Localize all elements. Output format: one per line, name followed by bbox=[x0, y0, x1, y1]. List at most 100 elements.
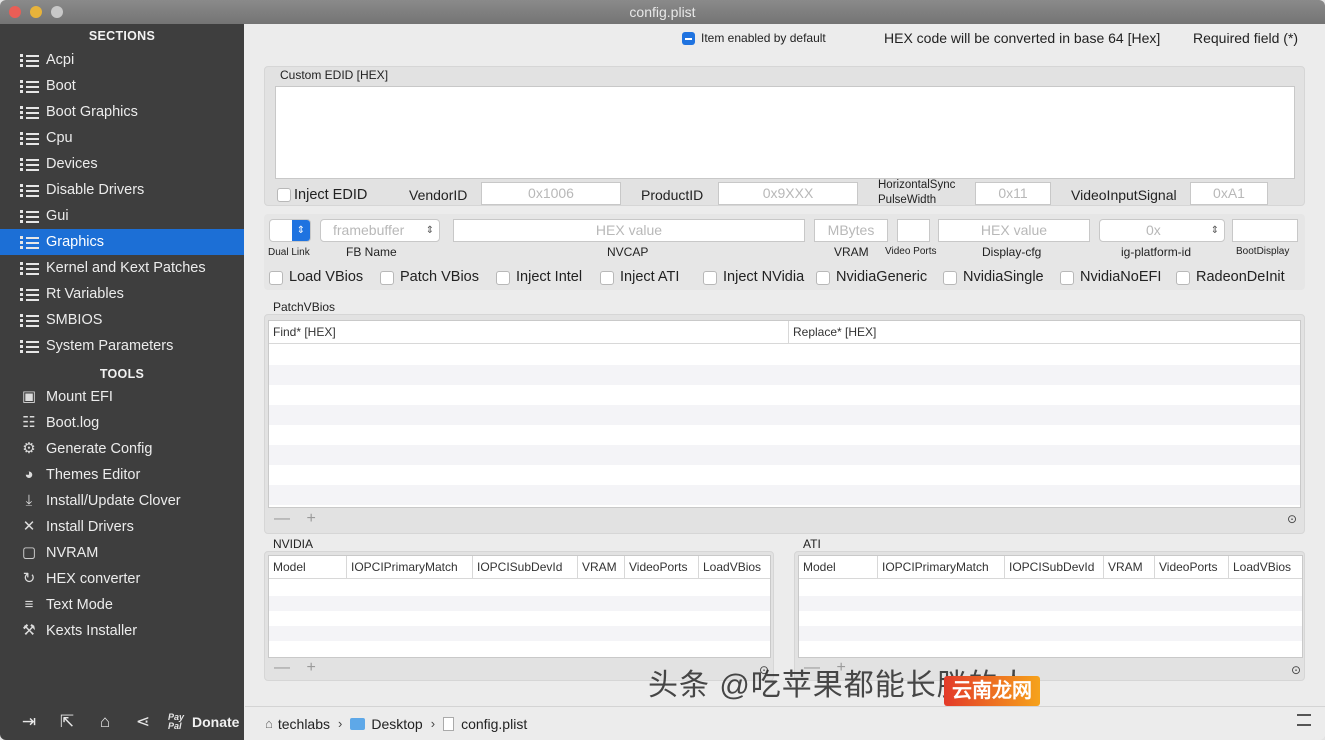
ati-primary-match-header[interactable]: IOPCIPrimaryMatch bbox=[878, 556, 1005, 579]
list-icon bbox=[20, 184, 39, 197]
ati-videoports-header[interactable]: VideoPorts bbox=[1155, 556, 1229, 579]
nvidianoefi-checkbox[interactable] bbox=[1060, 271, 1074, 285]
stepper-arrows-icon[interactable]: ⇕ bbox=[292, 220, 310, 241]
dual-link-label: Dual Link bbox=[268, 247, 310, 258]
minimize-window-button[interactable] bbox=[30, 6, 42, 18]
import-icon[interactable]: ⇥ bbox=[10, 710, 48, 734]
ig-platform-id-label: ig-platform-id bbox=[1121, 245, 1192, 259]
sidebar-item-acpi[interactable]: Acpi bbox=[0, 47, 244, 73]
tool-item-kexts-installer[interactable]: ⚒ Kexts Installer bbox=[0, 618, 244, 644]
sidebar-item-disable-drivers[interactable]: Disable Drivers bbox=[0, 177, 244, 203]
nvidia-vram-header[interactable]: VRAM bbox=[578, 556, 625, 579]
boot-display-input[interactable] bbox=[1232, 219, 1298, 242]
radeondeinit-checkbox[interactable] bbox=[1176, 271, 1190, 285]
tool-item-mount-efi[interactable]: ▣ Mount EFI bbox=[0, 384, 244, 410]
text-lines-icon[interactable] bbox=[1297, 714, 1311, 726]
path-item-file[interactable]: config.plist bbox=[443, 716, 527, 732]
sidebar-item-rt-variables[interactable]: Rt Variables bbox=[0, 281, 244, 307]
sidebar-item-system-parameters[interactable]: System Parameters bbox=[0, 333, 244, 359]
add-remove-buttons[interactable]: — + bbox=[274, 510, 322, 528]
ati-table[interactable]: Model IOPCIPrimaryMatch IOPCISubDevId VR… bbox=[798, 555, 1303, 658]
video-input-signal-input[interactable]: 0xA1 bbox=[1190, 182, 1268, 205]
nvidiasingle-checkbox[interactable] bbox=[943, 271, 957, 285]
share-icon[interactable]: ⋖ bbox=[124, 710, 162, 734]
nvidia-subdevid-header[interactable]: IOPCISubDevId bbox=[473, 556, 578, 579]
tools-list: ▣ Mount EFI ☷ Boot.log ⚙ Generate Config ◕ Them… bbox=[0, 384, 244, 644]
tool-item-hex-converter[interactable]: ↻ HEX converter bbox=[0, 566, 244, 592]
nvidia-table[interactable]: Model IOPCIPrimaryMatch IOPCISubDevId VR… bbox=[268, 555, 771, 658]
tool-item-generate-config[interactable]: ⚙ Generate Config bbox=[0, 436, 244, 462]
fb-name-select[interactable]: framebuffer ⇕ bbox=[320, 219, 440, 242]
nvidia-loadvbios-header[interactable]: LoadVBios bbox=[699, 556, 772, 579]
ati-loadvbios-header[interactable]: LoadVBios bbox=[1229, 556, 1304, 579]
stepper-arrows-icon[interactable]: ⇕ bbox=[1206, 220, 1224, 241]
tool-item-boot-log[interactable]: ☷ Boot.log bbox=[0, 410, 244, 436]
dual-link-stepper[interactable]: ⇕ bbox=[269, 219, 311, 242]
nvidia-videoports-header[interactable]: VideoPorts bbox=[625, 556, 699, 579]
vram-input[interactable]: MBytes bbox=[814, 219, 888, 242]
nvcap-input[interactable]: HEX value bbox=[453, 219, 805, 242]
inject-intel-checkbox[interactable] bbox=[496, 271, 510, 285]
sidebar: SECTIONS Acpi Boot Boot Graphics Cpu Devices… bbox=[0, 24, 244, 740]
replace-column-header[interactable]: Replace* [HEX] bbox=[789, 321, 1302, 344]
radeondeinit-label: RadeonDeInit bbox=[1196, 269, 1285, 285]
tool-item-themes-editor[interactable]: ◕ Themes Editor bbox=[0, 462, 244, 488]
vendor-id-input[interactable]: 0x1006 bbox=[481, 182, 621, 205]
display-cfg-input[interactable]: HEX value bbox=[938, 219, 1090, 242]
inject-edid-checkbox[interactable] bbox=[277, 188, 291, 202]
tool-item-label: Text Mode bbox=[46, 597, 113, 613]
palette-icon: ◕ bbox=[24, 466, 34, 483]
ati-model-header[interactable]: Model bbox=[799, 556, 878, 579]
sidebar-item-gui[interactable]: Gui bbox=[0, 203, 244, 229]
sidebar-item-cpu[interactable]: Cpu bbox=[0, 125, 244, 151]
product-id-input[interactable]: 0x9XXX bbox=[718, 182, 858, 205]
sidebar-item-devices[interactable]: Devices bbox=[0, 151, 244, 177]
zoom-window-button[interactable] bbox=[51, 6, 63, 18]
sidebar-item-graphics[interactable]: Graphics bbox=[0, 229, 244, 255]
tool-item-install-drivers[interactable]: ✕ Install Drivers bbox=[0, 514, 244, 540]
stepper-arrows-icon[interactable]: ⇕ bbox=[421, 220, 439, 241]
nvidiasingle-label: NvidiaSingle bbox=[963, 269, 1044, 285]
tool-item-label: Install Drivers bbox=[46, 519, 134, 535]
inject-ati-checkbox[interactable] bbox=[600, 271, 614, 285]
ig-platform-id-select[interactable]: 0x ⇕ bbox=[1099, 219, 1225, 242]
sidebar-item-boot-graphics[interactable]: Boot Graphics bbox=[0, 99, 244, 125]
ati-vram-header[interactable]: VRAM bbox=[1104, 556, 1155, 579]
inject-nvidia-checkbox[interactable] bbox=[703, 271, 717, 285]
patch-vbios-label: Patch VBios bbox=[400, 269, 479, 285]
patch-vbios-table[interactable]: Find* [HEX] Replace* [HEX] bbox=[268, 320, 1301, 508]
patch-vbios-checkbox[interactable] bbox=[380, 271, 394, 285]
tool-item-text-mode[interactable]: ≡ Text Mode bbox=[0, 592, 244, 618]
sidebar-item-boot[interactable]: Boot bbox=[0, 73, 244, 99]
sidebar-item-kernel-and-kext-patches[interactable]: Kernel and Kext Patches bbox=[0, 255, 244, 281]
path-item-desktop[interactable]: Desktop bbox=[350, 716, 423, 732]
donate-button[interactable]: Donate bbox=[192, 714, 239, 730]
hsync-input[interactable]: 0x11 bbox=[975, 182, 1051, 205]
export-icon[interactable]: ⇱ bbox=[48, 710, 86, 734]
hammer-icon: ⚒ bbox=[22, 622, 36, 639]
custom-edid-textarea[interactable] bbox=[275, 86, 1295, 179]
app-window: config.plist SECTIONS Acpi Boot Boot Graph… bbox=[0, 0, 1325, 740]
nvidia-primary-match-header[interactable]: IOPCIPrimaryMatch bbox=[347, 556, 473, 579]
sidebar-item-smbios[interactable]: SMBIOS bbox=[0, 307, 244, 333]
home-icon[interactable]: ⌂ bbox=[86, 710, 124, 734]
load-vbios-checkbox[interactable] bbox=[269, 271, 283, 285]
options-icon[interactable]: ⊙ bbox=[1291, 663, 1301, 677]
close-window-button[interactable] bbox=[9, 6, 21, 18]
tool-item-install-update-clover[interactable]: ⤓ Install/Update Clover bbox=[0, 488, 244, 514]
options-icon[interactable]: ⊙ bbox=[1287, 512, 1297, 526]
tool-item-nvram[interactable]: ▢ NVRAM bbox=[0, 540, 244, 566]
list-icon bbox=[20, 314, 39, 327]
nvidiageneric-checkbox[interactable] bbox=[816, 271, 830, 285]
find-column-header[interactable]: Find* [HEX] bbox=[269, 321, 789, 344]
video-ports-input[interactable] bbox=[897, 219, 930, 242]
inject-nvidia-label: Inject NVidia bbox=[723, 269, 805, 285]
nvidia-add-remove-buttons[interactable]: — + bbox=[274, 659, 322, 677]
title-bar[interactable]: config.plist bbox=[0, 0, 1325, 24]
sidebar-item-label: Graphics bbox=[46, 234, 105, 250]
nvidia-model-header[interactable]: Model bbox=[269, 556, 347, 579]
graphics-options-panel: ⇕ Dual Link framebuffer ⇕ FB Name HEX va… bbox=[264, 214, 1305, 290]
ati-subdevid-header[interactable]: IOPCISubDevId bbox=[1005, 556, 1104, 579]
path-item-home[interactable]: ⌂ techlabs bbox=[265, 716, 330, 732]
video-ports-label: Video Ports bbox=[885, 246, 937, 257]
